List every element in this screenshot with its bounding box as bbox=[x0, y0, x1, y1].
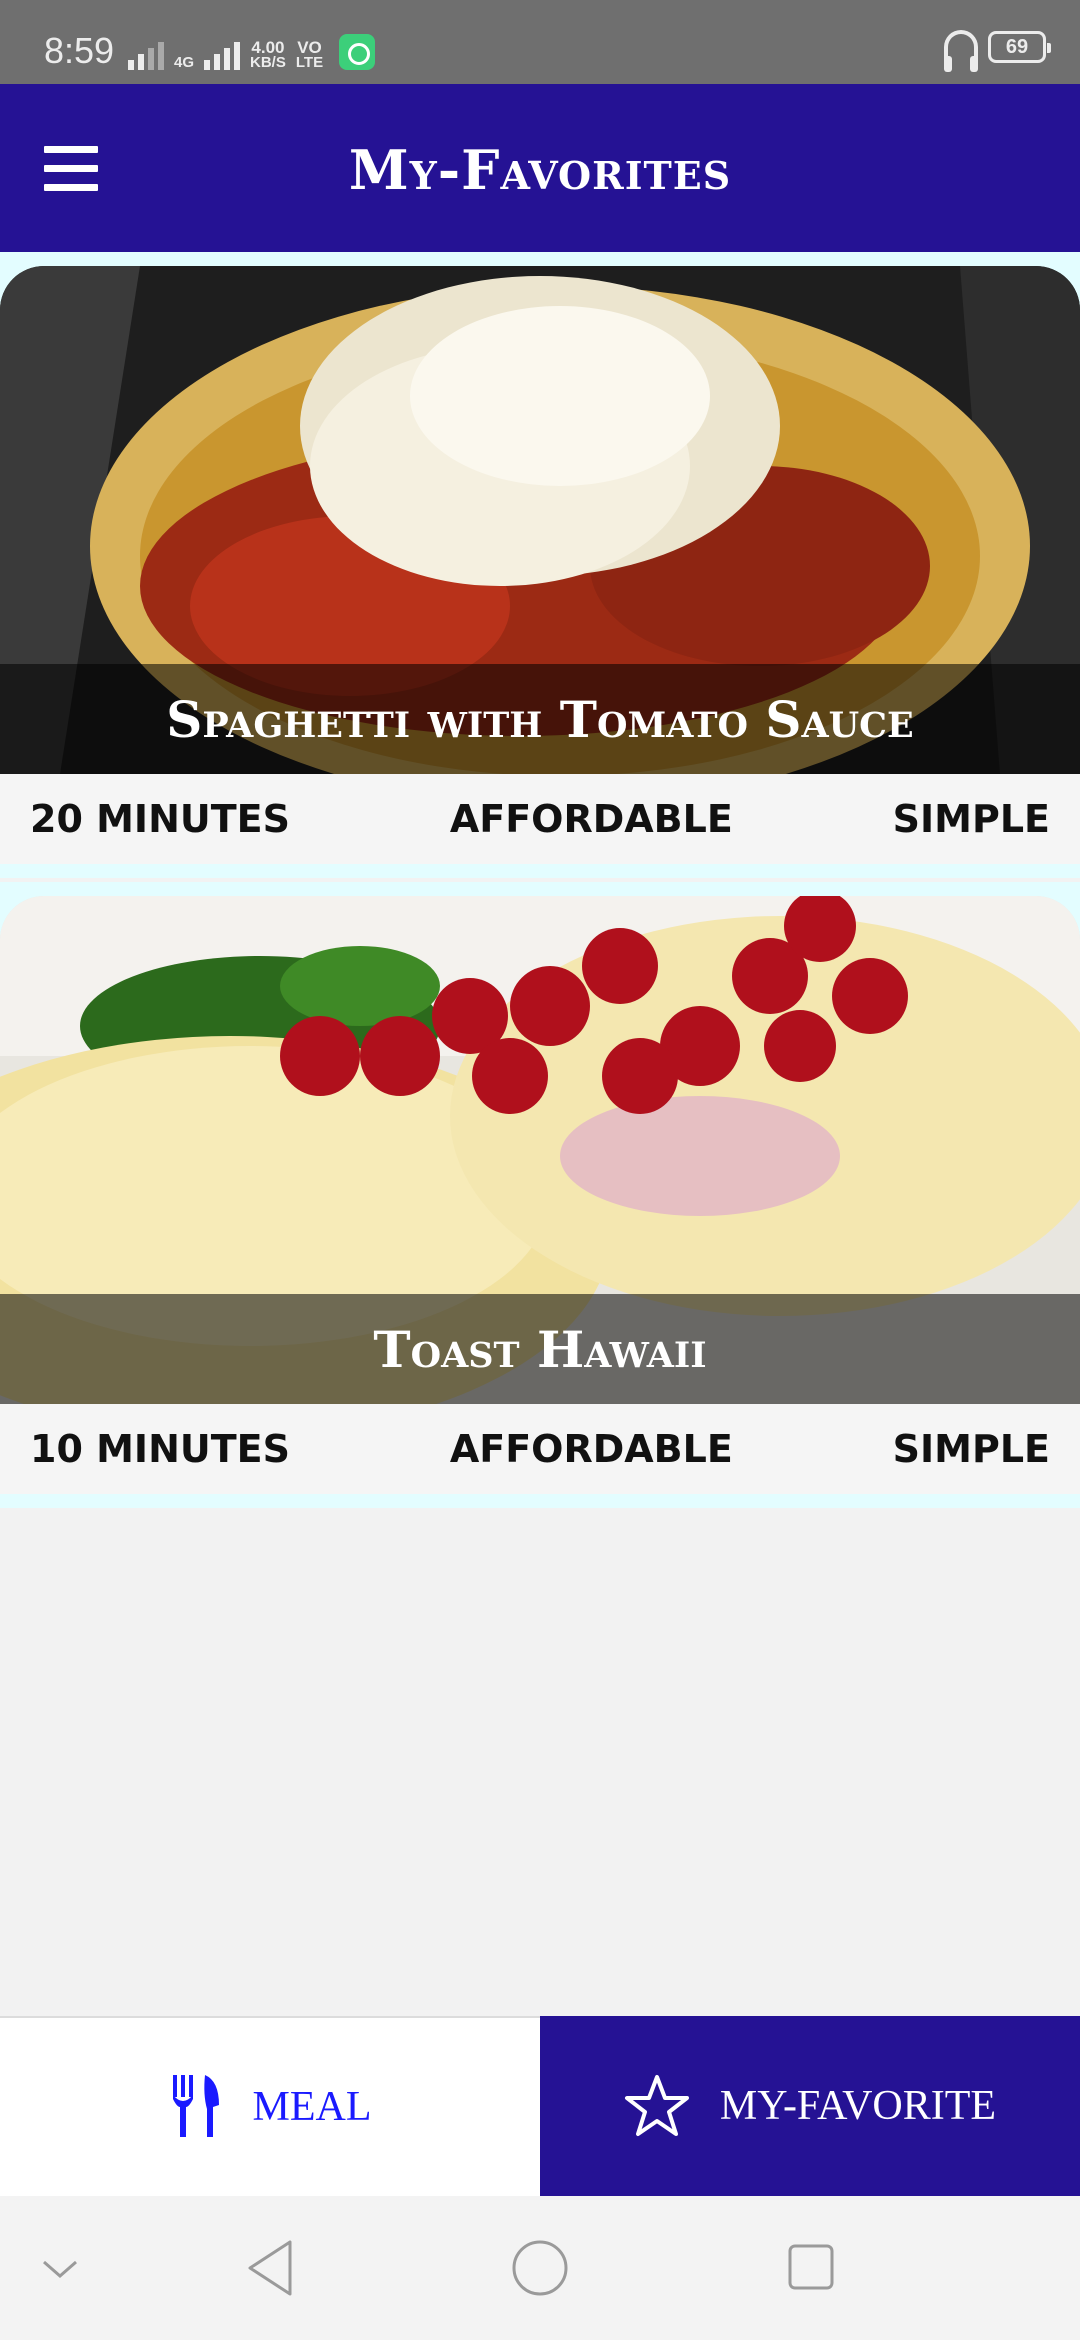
meal-image[interactable]: Spaghetti with Tomato Sauce bbox=[0, 266, 1080, 774]
battery-icon: 69 bbox=[988, 31, 1051, 63]
system-navigation-bar bbox=[0, 2196, 1080, 2340]
tab-my-favorite-label: MY-FAVORITE bbox=[719, 2083, 997, 2129]
signal-strength-icon-2 bbox=[204, 38, 241, 70]
meal-card[interactable]: Spaghetti with Tomato Sauce 20 MINUTES A… bbox=[0, 252, 1080, 878]
volte-label: VO bbox=[297, 38, 322, 57]
meal-details: 20 MINUTES AFFORDABLE SIMPLE bbox=[0, 774, 1080, 864]
lte-label: LTE bbox=[295, 54, 324, 71]
status-bar: 8:59 4G 4.00 KB/S VO LTE 69 bbox=[0, 0, 1080, 84]
headset-icon bbox=[944, 30, 978, 72]
chevron-down-icon[interactable] bbox=[40, 2254, 80, 2284]
notification-app-icon bbox=[339, 34, 376, 70]
network-type: 4G bbox=[174, 54, 195, 71]
tab-my-favorite[interactable]: MY-FAVORITE bbox=[540, 2016, 1080, 2196]
tab-meal-label: MEAL bbox=[252, 2084, 372, 2130]
meal-title-bar: Toast Hawaii bbox=[0, 1294, 1080, 1404]
status-right: 69 bbox=[944, 30, 1051, 72]
star-icon bbox=[624, 2075, 689, 2136]
favorites-list: Spaghetti with Tomato Sauce 20 MINUTES A… bbox=[0, 252, 1080, 2016]
meal-title: Toast Hawaii bbox=[373, 1319, 707, 1379]
signal-strength-icon bbox=[128, 38, 164, 70]
status-icons: 4G 4.00 KB/S VO LTE bbox=[128, 34, 376, 71]
bottom-navigation: MEAL MY-FAVORITE bbox=[0, 2016, 1080, 2196]
home-icon[interactable] bbox=[510, 2238, 570, 2298]
meal-duration: 10 MINUTES bbox=[30, 1427, 290, 1471]
page-title: My-Favorites bbox=[348, 138, 732, 202]
meal-complexity: SIMPLE bbox=[892, 797, 1050, 841]
meal-title: Spaghetti with Tomato Sauce bbox=[166, 689, 914, 749]
meal-affordability: AFFORDABLE bbox=[449, 797, 733, 841]
meal-title-bar: Spaghetti with Tomato Sauce bbox=[0, 664, 1080, 774]
meal-card[interactable]: Toast Hawaii 10 MINUTES AFFORDABLE SIMPL… bbox=[0, 882, 1080, 1508]
network-speed: 4.00 bbox=[251, 38, 285, 57]
meal-details: 10 MINUTES AFFORDABLE SIMPLE bbox=[0, 1404, 1080, 1494]
meal-affordability: AFFORDABLE bbox=[449, 1427, 733, 1471]
status-time: 8:59 bbox=[44, 30, 115, 71]
back-icon[interactable] bbox=[244, 2238, 296, 2298]
recent-apps-icon[interactable] bbox=[786, 2242, 836, 2292]
meal-image[interactable]: Toast Hawaii bbox=[0, 896, 1080, 1404]
meal-complexity: SIMPLE bbox=[892, 1427, 1050, 1471]
tab-meal[interactable]: MEAL bbox=[0, 2016, 540, 2196]
cutlery-icon bbox=[172, 2075, 219, 2137]
meal-duration: 20 MINUTES bbox=[30, 797, 290, 841]
app-bar: My-Favorites bbox=[0, 84, 1080, 252]
network-unit: KB/S bbox=[250, 54, 286, 71]
